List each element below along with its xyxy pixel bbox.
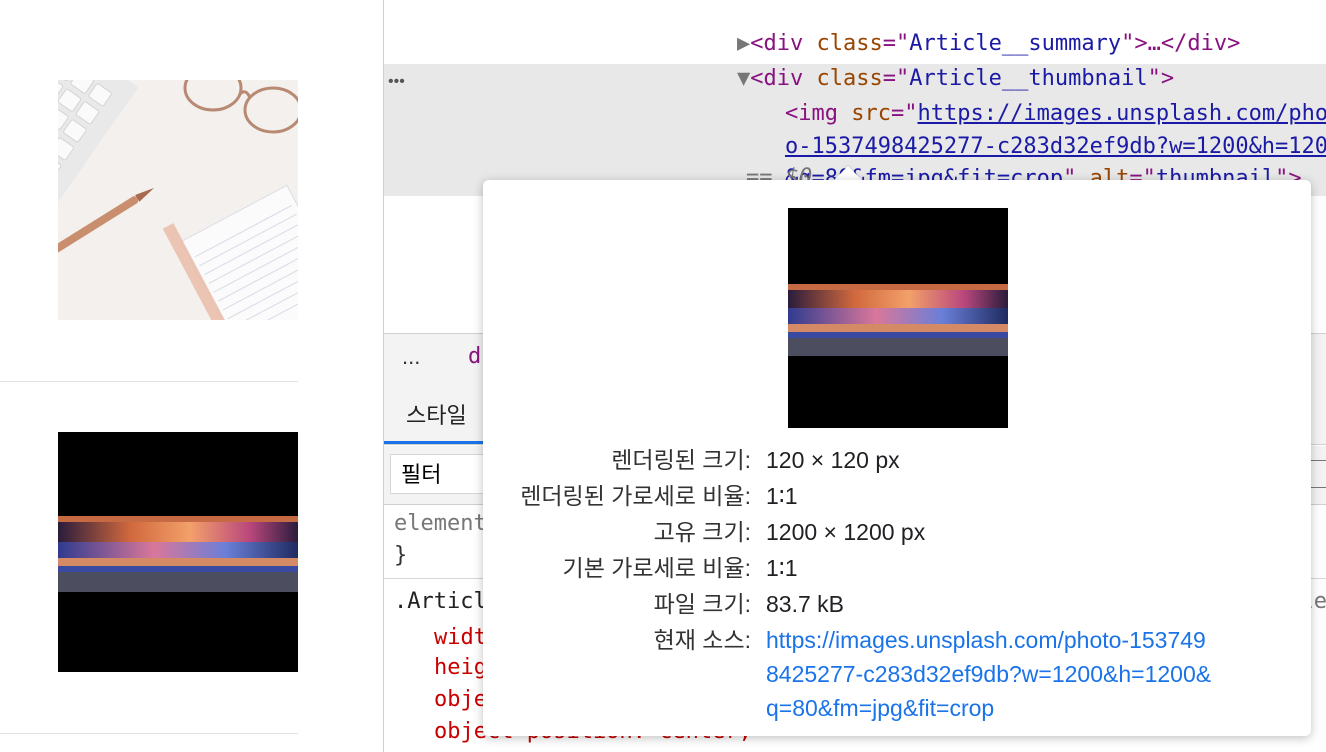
- element-style-selector: element: [394, 511, 487, 536]
- element-style-close: }: [394, 543, 408, 568]
- image-preview: [788, 208, 1008, 428]
- css-rule-selector: .Articl: [394, 589, 487, 614]
- thumbnail-desk-image: [58, 80, 298, 320]
- node-actions-icon[interactable]: •••: [388, 66, 405, 98]
- tab-styles[interactable]: 스타일: [384, 386, 484, 444]
- divider: [0, 381, 298, 382]
- breadcrumb-item[interactable]: d: [468, 344, 481, 369]
- image-preview-tooltip: 렌더링된 크기: 120 × 120 px 렌더링된 가로세로 비율: 1∶1 …: [483, 180, 1311, 736]
- current-source-link-line2[interactable]: 8425277-c283d32ef9db?w=1200&h=1200&: [766, 656, 1211, 692]
- page-content: [0, 0, 383, 752]
- divider: [0, 733, 298, 734]
- sidebar-toggle-icon[interactable]: [1309, 460, 1326, 488]
- thumbnail-laptop-image: [58, 432, 298, 672]
- current-source-link-line3[interactable]: q=80&fm=jpg&fit=crop: [766, 690, 994, 726]
- css-prop-object-fit[interactable]: obje: [434, 684, 487, 716]
- css-prop-width[interactable]: widt: [434, 622, 487, 654]
- css-prop-height[interactable]: heig: [434, 652, 487, 684]
- current-source-link[interactable]: https://images.unsplash.com/photo-153749: [766, 622, 1206, 658]
- breadcrumb-ellipsis[interactable]: ...: [402, 344, 420, 370]
